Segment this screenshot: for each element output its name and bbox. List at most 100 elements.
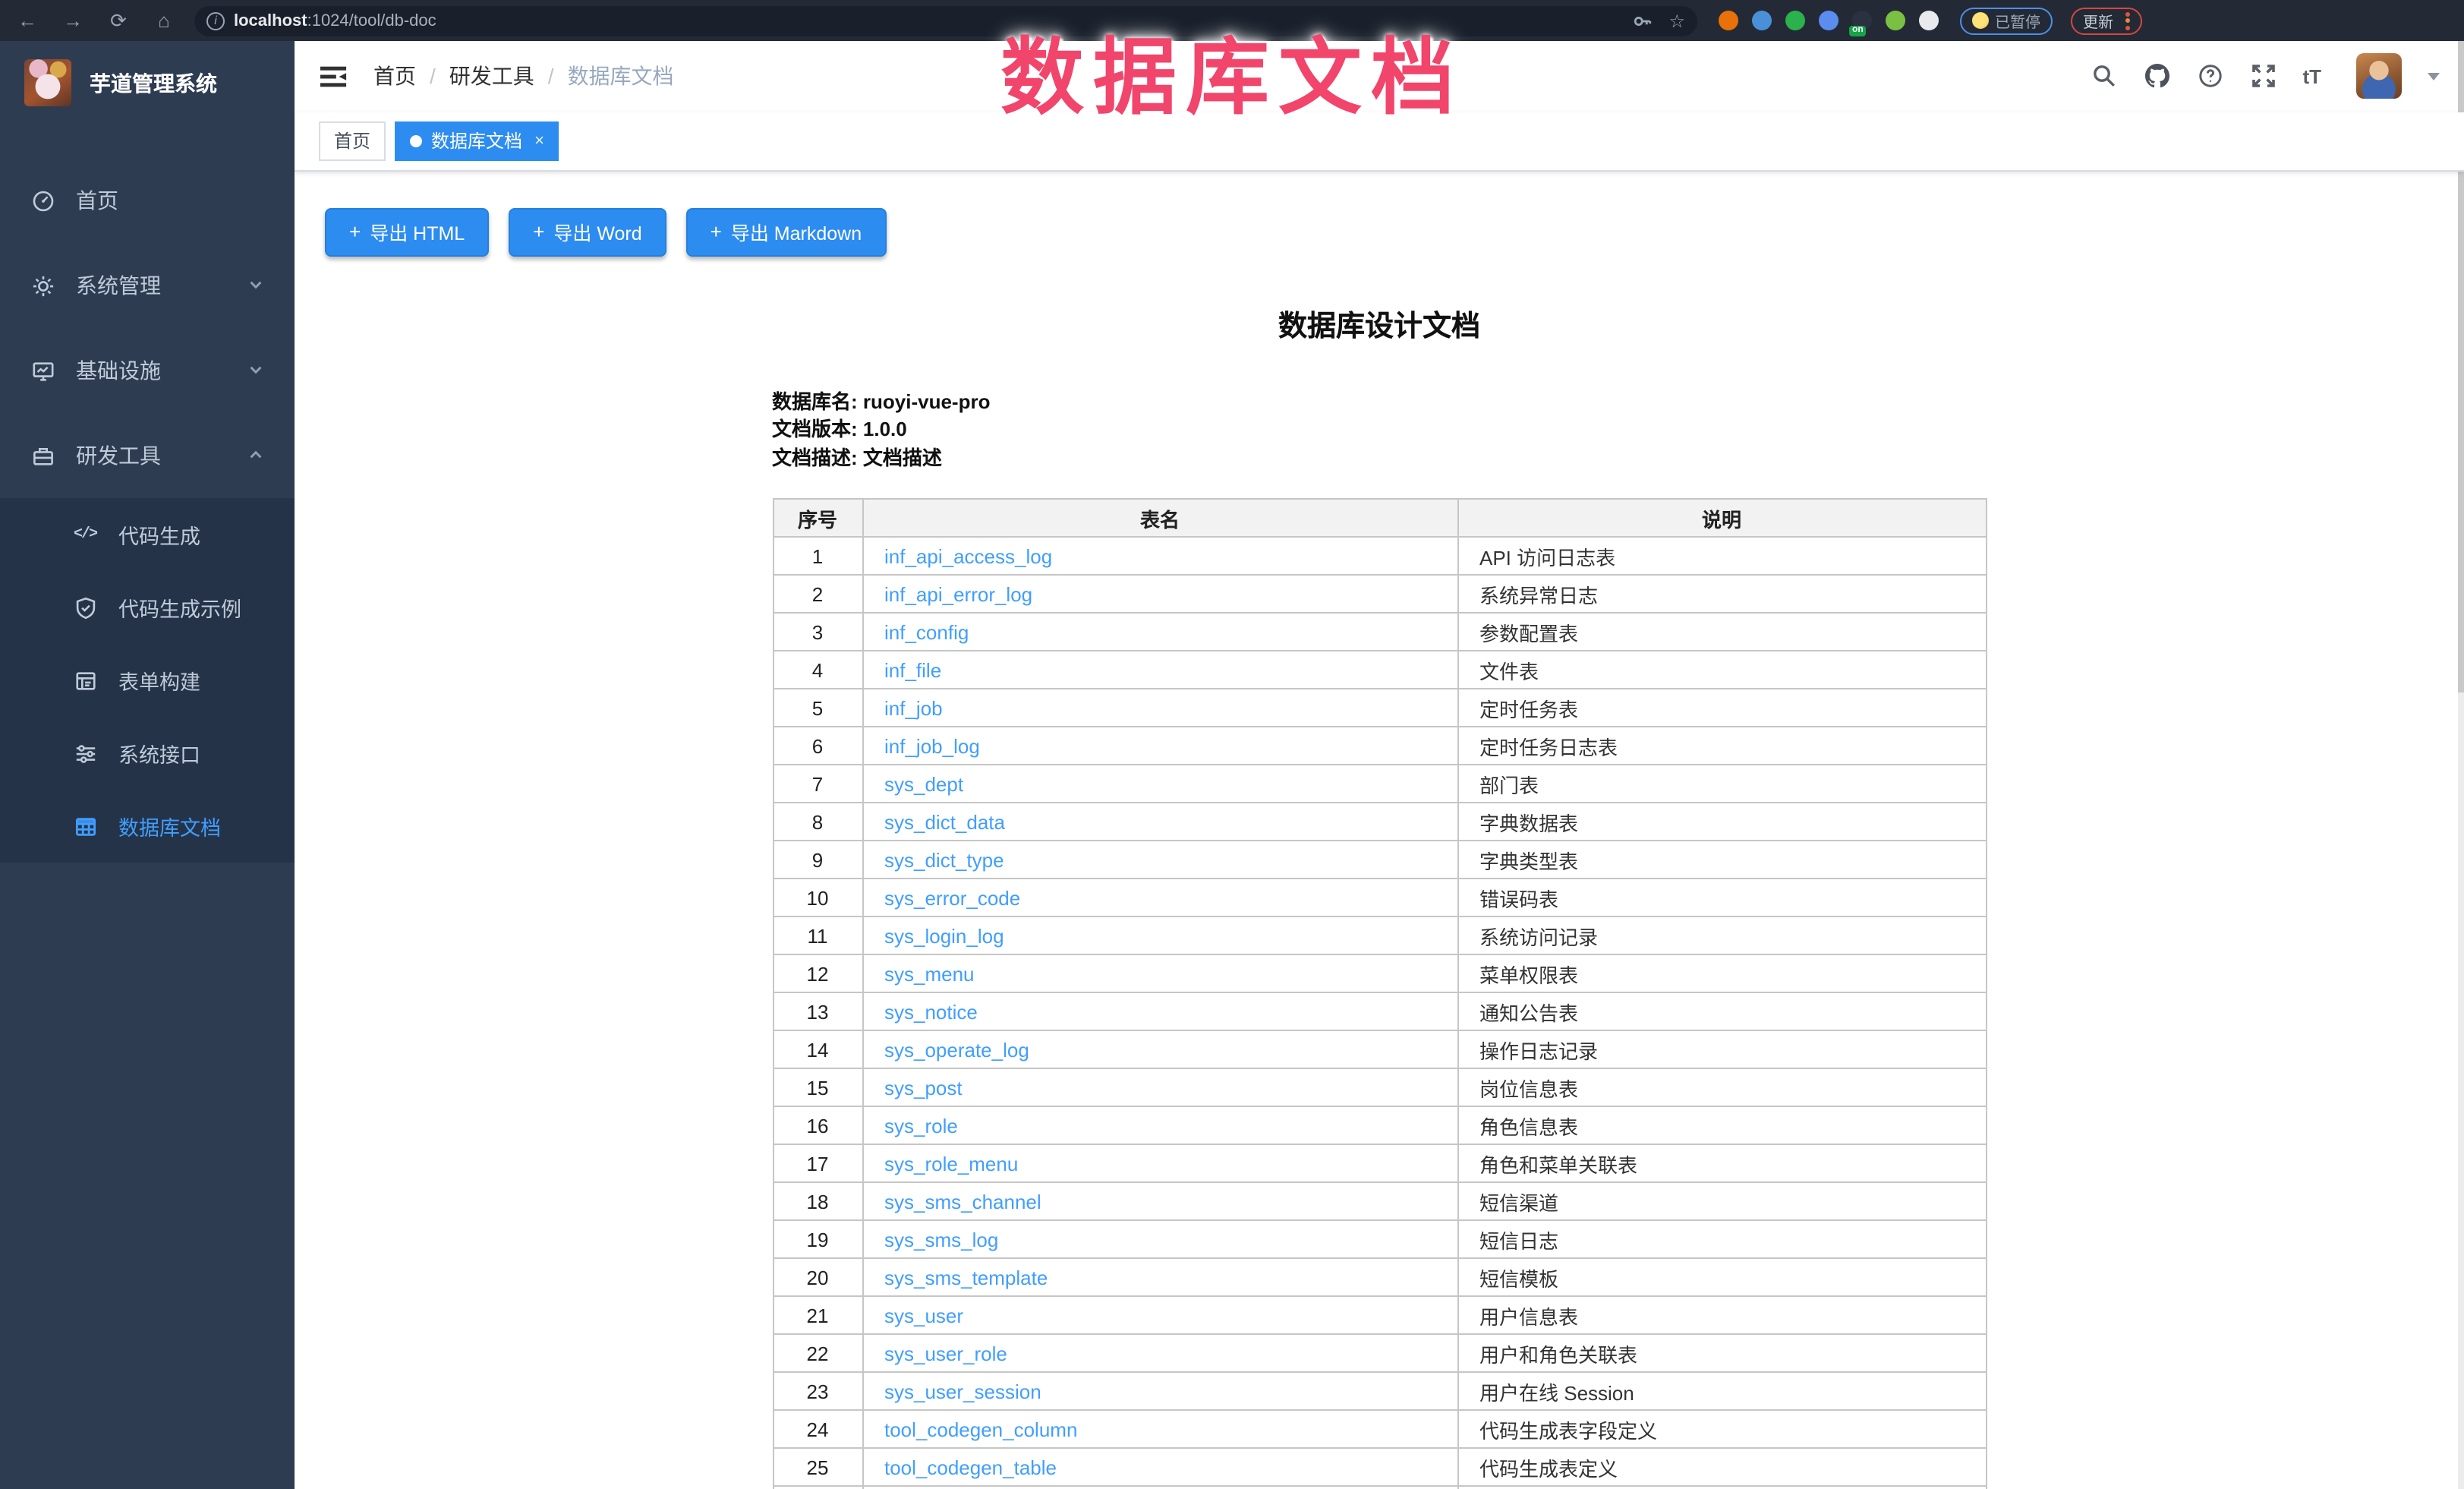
row-index: 5: [773, 689, 862, 727]
row-description: 通知公告表: [1457, 992, 1986, 1030]
table-link[interactable]: sys_user_role: [884, 1342, 1007, 1364]
page-scrollbar[interactable]: [2458, 41, 2464, 1489]
submenu-item-代码生成示例[interactable]: 代码生成示例: [0, 571, 295, 644]
row-index: 15: [773, 1068, 862, 1106]
row-table-name: sys_dept: [862, 765, 1457, 803]
tag-首页[interactable]: 首页: [319, 121, 386, 160]
tag-close-icon[interactable]: ×: [534, 131, 544, 150]
row-index: 17: [773, 1144, 862, 1182]
menu-item-系统管理[interactable]: 系统管理: [0, 243, 295, 328]
fullscreen-icon[interactable]: [2249, 63, 2277, 90]
github-icon[interactable]: [2143, 63, 2170, 90]
table-row: 4inf_file文件表: [773, 651, 1986, 689]
user-avatar[interactable]: [2356, 54, 2402, 99]
table-link[interactable]: sys_sms_template: [884, 1266, 1048, 1289]
table-link[interactable]: sys_notice: [884, 1000, 978, 1023]
table-link[interactable]: sys_post: [884, 1076, 963, 1099]
submenu-item-表单构建[interactable]: 表单构建: [0, 644, 295, 717]
table-row: 21sys_user用户信息表: [773, 1296, 1986, 1334]
table-link[interactable]: inf_job: [884, 696, 943, 719]
row-index: 18: [773, 1182, 862, 1220]
breadcrumb-item[interactable]: 研发工具: [449, 62, 534, 92]
table-row: 22sys_user_role用户和角色关联表: [773, 1334, 1986, 1372]
export-button[interactable]: +导出 Word: [509, 207, 666, 256]
address-bar[interactable]: i localhost:1024/tool/db-doc ☆: [194, 5, 1697, 36]
row-table-name: sys_user: [862, 1296, 1457, 1334]
table-link[interactable]: sys_dept: [884, 772, 963, 795]
extension-green-check[interactable]: [1785, 11, 1805, 30]
extension-stack[interactable]: on: [1852, 11, 1872, 30]
paused-badge[interactable]: 已暂停: [1960, 7, 2053, 34]
table-link[interactable]: inf_api_error_log: [884, 582, 1032, 605]
update-button[interactable]: 更新: [2071, 7, 2142, 34]
table-link[interactable]: tool_codegen_column: [884, 1418, 1077, 1440]
table-link[interactable]: sys_user: [884, 1304, 963, 1327]
browser-menu-icon[interactable]: [2125, 11, 2130, 30]
menu-item-基础设施[interactable]: 基础设施: [0, 328, 295, 413]
table-link[interactable]: inf_file: [884, 658, 941, 681]
table-grid-icon: [73, 814, 97, 838]
menu-item-label: 研发工具: [76, 440, 226, 471]
submenu-item-系统接口[interactable]: 系统接口: [0, 717, 295, 790]
extension-leaf[interactable]: [1886, 11, 1905, 30]
extension-grid[interactable]: [1819, 11, 1839, 30]
table-row: 3inf_config参数配置表: [773, 613, 1986, 651]
table-link[interactable]: inf_job_log: [884, 734, 980, 757]
chevron-down-icon[interactable]: [2428, 73, 2440, 87]
table-link[interactable]: sys_sms_channel: [884, 1190, 1041, 1213]
tag-数据库文档[interactable]: 数据库文档×: [395, 121, 559, 160]
font-size-icon[interactable]: tT: [2302, 65, 2321, 88]
export-button[interactable]: +导出 Markdown: [686, 207, 886, 256]
extension-puzzle[interactable]: [1919, 11, 1939, 30]
table-row: 8sys_dict_data字典数据表: [773, 803, 1986, 841]
table-link[interactable]: inf_config: [884, 620, 969, 643]
key-icon[interactable]: [1632, 10, 1653, 31]
breadcrumb-item[interactable]: 首页: [373, 62, 416, 92]
reload-icon[interactable]: ⟳: [103, 5, 134, 36]
table-link[interactable]: sys_role: [884, 1114, 958, 1137]
submenu-item-数据库文档[interactable]: 数据库文档: [0, 790, 295, 863]
site-info-icon[interactable]: i: [206, 11, 225, 30]
row-index: 7: [773, 765, 862, 803]
home-icon[interactable]: ⌂: [149, 5, 179, 36]
table-link[interactable]: sys_dict_type: [884, 848, 1004, 871]
table-link[interactable]: sys_operate_log: [884, 1038, 1029, 1061]
extension-orange[interactable]: [1719, 11, 1738, 30]
row-index: 23: [773, 1372, 862, 1410]
button-label: 导出 Word: [553, 217, 641, 246]
menu-item-研发工具[interactable]: 研发工具: [0, 413, 295, 498]
button-label: 导出 Markdown: [731, 217, 862, 246]
table-link[interactable]: inf_api_access_log: [884, 544, 1052, 567]
row-table-name: sys_user_role: [862, 1334, 1457, 1372]
help-icon[interactable]: [2196, 63, 2223, 90]
back-icon[interactable]: ←: [12, 5, 43, 36]
forward-icon[interactable]: →: [58, 5, 88, 36]
row-description: 用户信息表: [1457, 1296, 1986, 1334]
row-index: 9: [773, 841, 862, 879]
row-table-name: sys_menu: [862, 954, 1457, 992]
submenu-item-代码生成[interactable]: </>代码生成: [0, 498, 295, 571]
top-navbar: 首页/研发工具/数据库文档 tT: [295, 41, 2464, 112]
table-link[interactable]: sys_role_menu: [884, 1152, 1018, 1175]
bookmark-star-icon[interactable]: ☆: [1668, 10, 1685, 31]
table-link[interactable]: sys_error_code: [884, 886, 1020, 909]
table-row: 23sys_user_session用户在线 Session: [773, 1372, 1986, 1410]
row-description: 短信渠道: [1457, 1182, 1986, 1220]
search-icon[interactable]: [2090, 63, 2117, 90]
table-link[interactable]: sys_menu: [884, 962, 975, 985]
row-table-name: inf_api_error_log: [862, 575, 1457, 613]
row-description: 定时任务日志表: [1457, 727, 1986, 765]
sidebar-collapse-icon[interactable]: [319, 62, 349, 92]
row-table-name: inf_api_access_log: [862, 537, 1457, 575]
table-link[interactable]: sys_login_log: [884, 924, 1004, 947]
table-link[interactable]: sys_dict_data: [884, 810, 1005, 833]
table-link[interactable]: sys_user_session: [884, 1380, 1041, 1402]
table-link[interactable]: sys_sms_log: [884, 1228, 998, 1251]
menu-item-首页[interactable]: 首页: [0, 158, 295, 243]
table-row: 17sys_role_menu角色和菜单关联表: [773, 1144, 1986, 1182]
row-description: 字典类型表: [1457, 1486, 1986, 1489]
extension-blue[interactable]: [1752, 11, 1772, 30]
table-link[interactable]: tool_codegen_table: [884, 1456, 1057, 1478]
export-button[interactable]: +导出 HTML: [325, 207, 489, 256]
app-logo-row[interactable]: 芋道管理系统: [0, 41, 295, 125]
